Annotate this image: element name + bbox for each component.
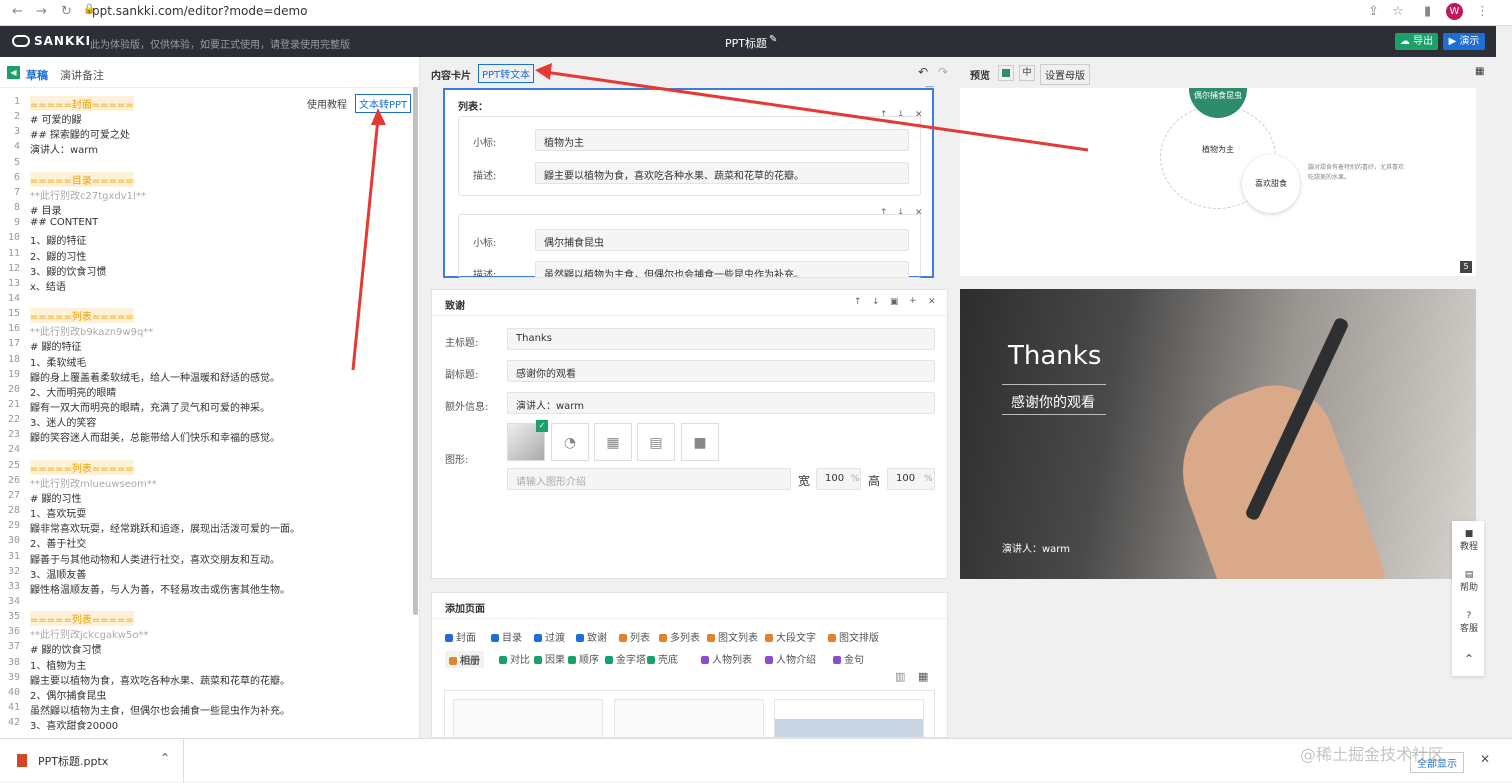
arrow-head — [535, 63, 552, 80]
chevron-up-icon[interactable]: ⌃ — [160, 751, 170, 765]
divider — [183, 739, 184, 783]
annotation-arrows — [351, 63, 1089, 371]
arrow-line — [351, 117, 380, 371]
download-filename[interactable]: PPT标题.pptx — [38, 753, 108, 769]
watermark: @稀土掘金技术社区 — [1300, 745, 1445, 764]
download-bar: PPT标题.pptx ⌃ 全部显示 ✕ @稀土掘金技术社区 — [0, 738, 1512, 783]
close-icon[interactable]: ✕ — [1480, 752, 1490, 766]
pptx-file-icon — [17, 754, 27, 767]
arrow-line — [544, 70, 1089, 152]
arrow-head — [371, 108, 386, 125]
